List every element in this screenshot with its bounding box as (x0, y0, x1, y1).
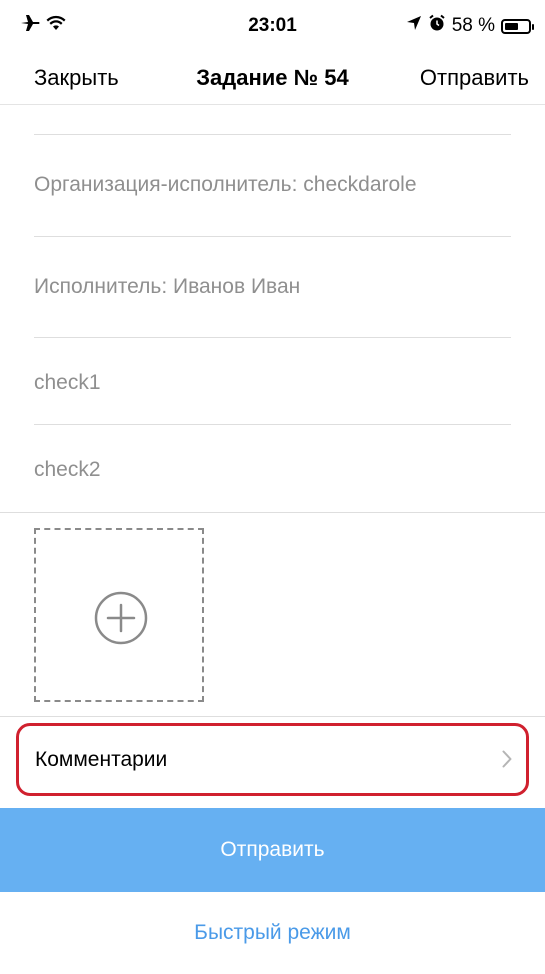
separator (34, 236, 511, 237)
send-button[interactable]: Отправить (0, 808, 545, 892)
status-right: 58 % (406, 14, 534, 38)
send-nav-button[interactable]: Отправить (420, 65, 529, 91)
comments-row[interactable]: Комментарии (16, 723, 529, 796)
separator (0, 716, 545, 717)
field-organization[interactable]: Организация-исполнитель: checkdarole (34, 173, 511, 197)
field-check2[interactable]: check2 (34, 458, 511, 482)
add-photo-button[interactable] (34, 528, 204, 702)
field-executor[interactable]: Исполнитель: Иванов Иван (34, 275, 511, 299)
battery-fill (505, 22, 518, 30)
battery-icon (501, 18, 534, 34)
separator (34, 424, 511, 425)
location-icon (406, 15, 422, 37)
alarm-icon (428, 14, 446, 38)
fast-mode-button[interactable]: Быстрый режим (0, 892, 545, 974)
battery-percentage: 58 % (451, 15, 495, 36)
plus-circle-icon (93, 590, 149, 651)
separator (34, 337, 511, 338)
separator (0, 512, 545, 513)
field-check1[interactable]: check1 (34, 371, 511, 395)
comments-label: Комментарии (35, 748, 168, 771)
chevron-right-icon (502, 750, 512, 773)
separator (34, 134, 511, 135)
status-bar: 23:01 58 % (0, 0, 545, 52)
navigation-bar: Закрыть Задание № 54 Отправить (0, 52, 545, 105)
